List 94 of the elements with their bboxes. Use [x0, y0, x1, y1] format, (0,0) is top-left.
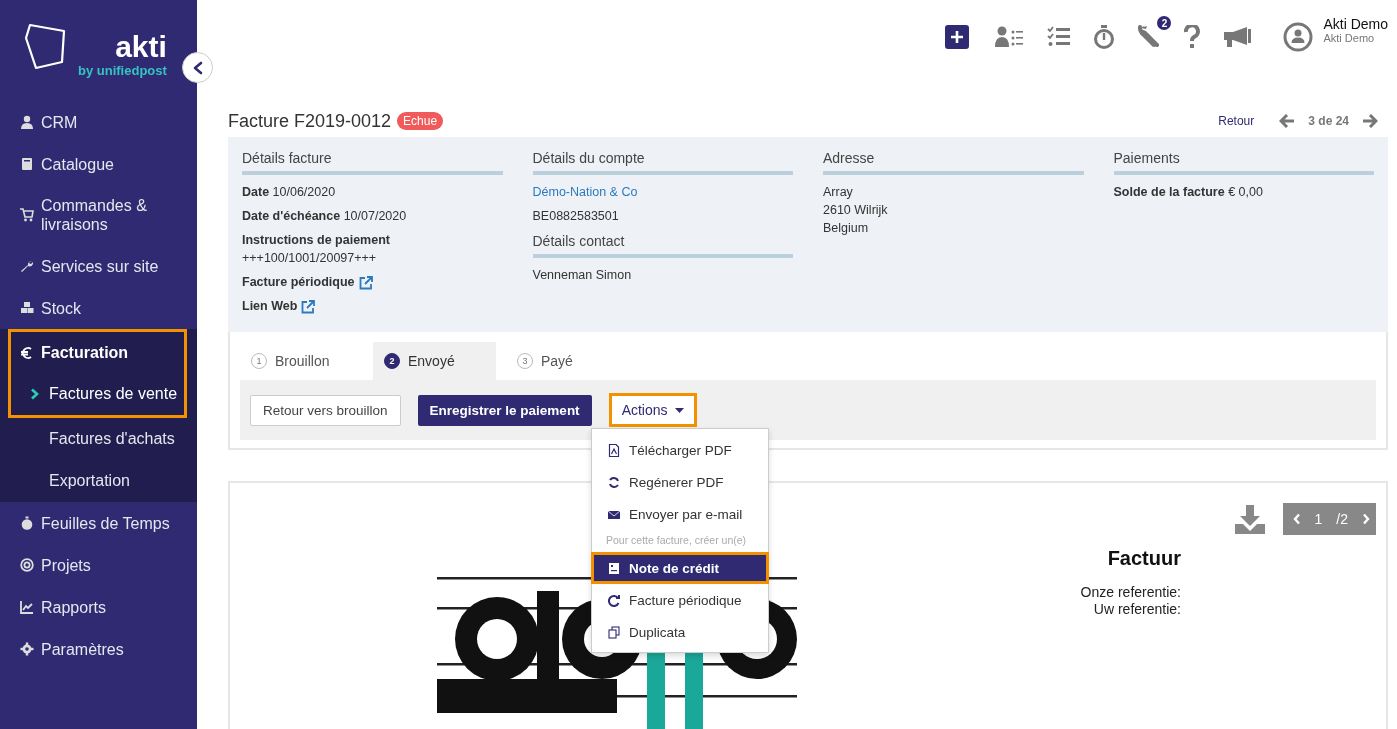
- section-heading: Détails facture: [242, 150, 503, 176]
- caret-down-icon: [674, 407, 684, 413]
- menu-item[interactable]: Regénerer PDF: [592, 466, 768, 499]
- cubes-icon: [20, 301, 34, 315]
- detail-field: Solde de la facture € 0,00: [1113, 185, 1374, 201]
- external-link-icon[interactable]: [301, 299, 316, 314]
- detail-field: Date d'échéance 10/07/2020: [242, 209, 503, 225]
- previous-arrow-icon[interactable]: [1279, 114, 1296, 129]
- download-icon[interactable]: [1234, 504, 1265, 534]
- gear-icon: [20, 642, 34, 656]
- address-line: Belgium: [823, 221, 870, 237]
- detail-value: Venneman Simon: [532, 268, 633, 284]
- reference-label: Uw referentie:: [1093, 601, 1181, 618]
- book-icon: [20, 157, 34, 171]
- brand-tagline: by unifiedpost: [78, 63, 167, 78]
- notification-badge: 2: [1157, 16, 1172, 31]
- sidebar-item[interactable]: Projets: [8, 544, 187, 586]
- external-link-icon[interactable]: [358, 275, 373, 290]
- refresh-icon: [608, 475, 620, 489]
- sidebar-item[interactable]: Stock: [8, 287, 187, 329]
- detail-label: Instructions de paiement: [242, 233, 391, 249]
- address-line: Array: [823, 185, 854, 201]
- next-arrow-icon[interactable]: [1362, 114, 1378, 129]
- sidebar-item[interactable]: Rapports: [8, 586, 187, 628]
- chart-icon: [20, 600, 34, 614]
- detail-value: +++100/1001/20097+++: [242, 251, 378, 267]
- sidebar-item[interactable]: Feuilles de Temps: [8, 502, 187, 544]
- sidebar-subitem[interactable]: Factures de vente: [8, 373, 187, 418]
- chevron-left-icon: [191, 60, 204, 75]
- document-icon: [608, 561, 620, 575]
- watch-icon: [20, 516, 34, 530]
- detail-value: BE0882583501: [532, 209, 620, 225]
- wrench-icon[interactable]: [1137, 25, 1162, 50]
- collapse-sidebar-button[interactable]: [182, 52, 213, 83]
- address-line: 2610 Wilrijk: [823, 203, 889, 219]
- record-position: 3 de 24: [1308, 114, 1349, 129]
- menu-section-header: Pour cette facture, créer un(e): [605, 533, 748, 549]
- menu-item[interactable]: Duplicata: [592, 616, 768, 649]
- chevron-right-icon[interactable]: [1362, 513, 1370, 525]
- user-avatar-icon[interactable]: [1283, 22, 1314, 53]
- sidebar-item[interactable]: Facturation: [8, 329, 187, 373]
- menu-item[interactable]: Envoyer par e-mail: [592, 498, 768, 531]
- help-icon[interactable]: [1183, 25, 1202, 50]
- status-step-tab[interactable]: 1 Brouillon: [240, 342, 363, 381]
- account-link[interactable]: Démo-Nation & Co: [532, 185, 793, 201]
- megaphone-icon[interactable]: [1223, 26, 1254, 49]
- sidebar-item[interactable]: Catalogue: [8, 143, 187, 185]
- target-icon: [20, 558, 34, 572]
- status-step-tab[interactable]: 2 Envoyé: [373, 342, 496, 381]
- status-badge: Echue: [397, 112, 444, 131]
- invoice-title: Facture F2019-0012: [228, 110, 392, 132]
- menu-item[interactable]: Facture périodique: [592, 584, 768, 617]
- detail-label: Lien Web: [242, 299, 298, 315]
- actions-dropdown-button[interactable]: Actions: [608, 393, 697, 428]
- checklist-icon[interactable]: [1047, 26, 1072, 49]
- reference-label: Onze referentie:: [1080, 584, 1181, 601]
- contacts-list-icon[interactable]: [995, 26, 1026, 49]
- menu-item[interactable]: Télécharger PDF: [592, 434, 768, 467]
- section-heading: Détails contact: [532, 233, 793, 259]
- logo-icon: [24, 22, 68, 70]
- sidebar-item[interactable]: CRM: [8, 101, 187, 143]
- chevron-right-icon: [30, 388, 39, 400]
- sidebar-subitem[interactable]: Factures d'achats: [8, 418, 187, 460]
- register-payment-button[interactable]: Enregistrer le paiement: [417, 394, 592, 426]
- current-page: 1: [1314, 511, 1323, 527]
- sidebar-item[interactable]: Services sur site: [8, 245, 187, 287]
- back-to-draft-button[interactable]: Retour vers brouillon: [250, 394, 401, 426]
- plus-icon: [950, 30, 965, 45]
- user-company: Akti Demo: [1323, 32, 1376, 45]
- euro-icon: [20, 345, 34, 360]
- stopwatch-icon[interactable]: [1093, 25, 1116, 50]
- brand-name: akti: [115, 31, 167, 63]
- section-heading: Détails du compte: [532, 150, 793, 176]
- redo-icon: [608, 593, 620, 607]
- menu-item[interactable]: Note de crédit: [591, 552, 769, 585]
- sidebar-subitem[interactable]: Exportation: [8, 460, 187, 502]
- detail-label: Facture périodique: [242, 275, 355, 291]
- section-heading: Adresse: [823, 150, 1084, 176]
- status-step-tab[interactable]: 3 Payé: [506, 342, 629, 381]
- sidebar-item[interactable]: Paramètres: [8, 628, 187, 670]
- copy-icon: [608, 625, 620, 639]
- detail-field: Date 10/06/2020: [242, 185, 503, 201]
- back-link[interactable]: Retour: [1218, 114, 1255, 129]
- pdf-file-icon: [608, 443, 620, 457]
- section-heading: Paiements: [1113, 150, 1374, 176]
- user-name[interactable]: Akti Demo: [1323, 16, 1388, 33]
- cart-icon: [20, 208, 34, 222]
- user-icon: [20, 115, 34, 129]
- add-button[interactable]: [945, 25, 970, 50]
- page-count: /2: [1336, 511, 1348, 527]
- sidebar-item[interactable]: Commandes & livraisons: [8, 185, 187, 245]
- document-title: Factuur: [1107, 547, 1181, 570]
- chevron-left-icon[interactable]: [1292, 513, 1301, 525]
- wrench-icon: [20, 259, 34, 273]
